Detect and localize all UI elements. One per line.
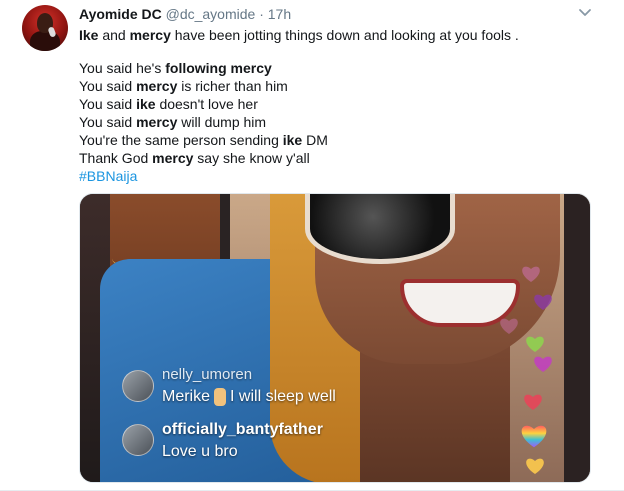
heart-icon — [534, 356, 552, 372]
text-segment: You said — [79, 114, 137, 130]
floating-hearts — [500, 264, 570, 479]
author-name[interactable]: Ayomide DC — [79, 6, 162, 22]
text-segment: You said — [79, 96, 137, 112]
text-segment: doesn't love her — [155, 96, 258, 112]
bold-word: mercy — [129, 27, 171, 43]
tweet-line: Ike and mercy have been jotting things d… — [79, 26, 599, 44]
text-segment: You said he's — [79, 60, 166, 76]
text-segment: You're the same person sending — [79, 132, 283, 148]
author-handle[interactable]: @dc_ayomide — [166, 6, 256, 22]
tweet-header: Ayomide DC @dc_ayomide · 17h — [79, 5, 291, 23]
text-segment: DM — [302, 132, 328, 148]
separator-dot: · — [259, 6, 264, 22]
comment-message: Merike I will sleep well — [162, 388, 336, 406]
tweet-line: You said he's following mercy — [79, 59, 599, 77]
tweet-text: Ike and mercy have been jotting things d… — [79, 26, 599, 185]
text-segment: is richer than him — [177, 78, 288, 94]
bold-word: ike — [282, 132, 303, 148]
tweet-line: You said mercy will dump him — [79, 113, 599, 131]
tweet-line: You said mercy is richer than him — [79, 77, 599, 95]
bold-word: following mercy — [165, 60, 272, 76]
heart-icon — [526, 336, 544, 352]
tweet-timestamp[interactable]: 17h — [268, 6, 291, 22]
bold-word: Ike — [79, 27, 99, 43]
tweet-media-video[interactable]: nelly_umoren Merike I will sleep well off… — [79, 193, 591, 483]
hand-emoji-icon — [214, 388, 227, 406]
tweet-line: You're the same person sending ike DM — [79, 131, 599, 149]
sunglasses — [305, 194, 455, 264]
commenter-username: nelly_umoren — [162, 366, 253, 383]
bold-word: mercy — [136, 114, 178, 130]
heart-icon — [534, 294, 552, 310]
heart-icon — [500, 318, 518, 334]
tweet-line: #BBNaija — [79, 167, 599, 185]
author-avatar[interactable] — [22, 5, 68, 51]
comment-text: I will sleep well — [230, 388, 336, 406]
bold-word: mercy — [152, 150, 194, 166]
hashtag-link[interactable]: #BBNaija — [79, 168, 137, 184]
text-segment: will dump him — [177, 114, 267, 130]
text-segment: say she know y'all — [193, 150, 310, 166]
text-segment: and — [98, 27, 130, 43]
bold-word: mercy — [136, 78, 178, 94]
text-segment: have been jotting things down and lookin… — [170, 27, 519, 43]
comment-text: Merike — [162, 388, 211, 406]
chevron-down-icon[interactable] — [578, 8, 592, 18]
tweet-line: Thank God mercy say she know y'all — [79, 149, 599, 167]
rainbow-heart-icon — [521, 425, 547, 448]
comment-message: Love u bro — [162, 443, 238, 460]
tweet-line: You said ike doesn't love her — [79, 95, 599, 113]
heart-icon — [524, 394, 542, 410]
commenter-avatar — [122, 424, 154, 456]
commenter-username: officially_bantyfather — [162, 421, 323, 438]
text-segment: Thank God — [79, 150, 153, 166]
heart-icon — [526, 458, 544, 474]
text-segment: You said — [79, 78, 137, 94]
heart-icon — [522, 266, 540, 282]
commenter-avatar — [122, 370, 154, 402]
bold-word: ike — [136, 96, 156, 112]
tweet[interactable]: Ayomide DC @dc_ayomide · 17h Ike and mer… — [0, 0, 624, 491]
